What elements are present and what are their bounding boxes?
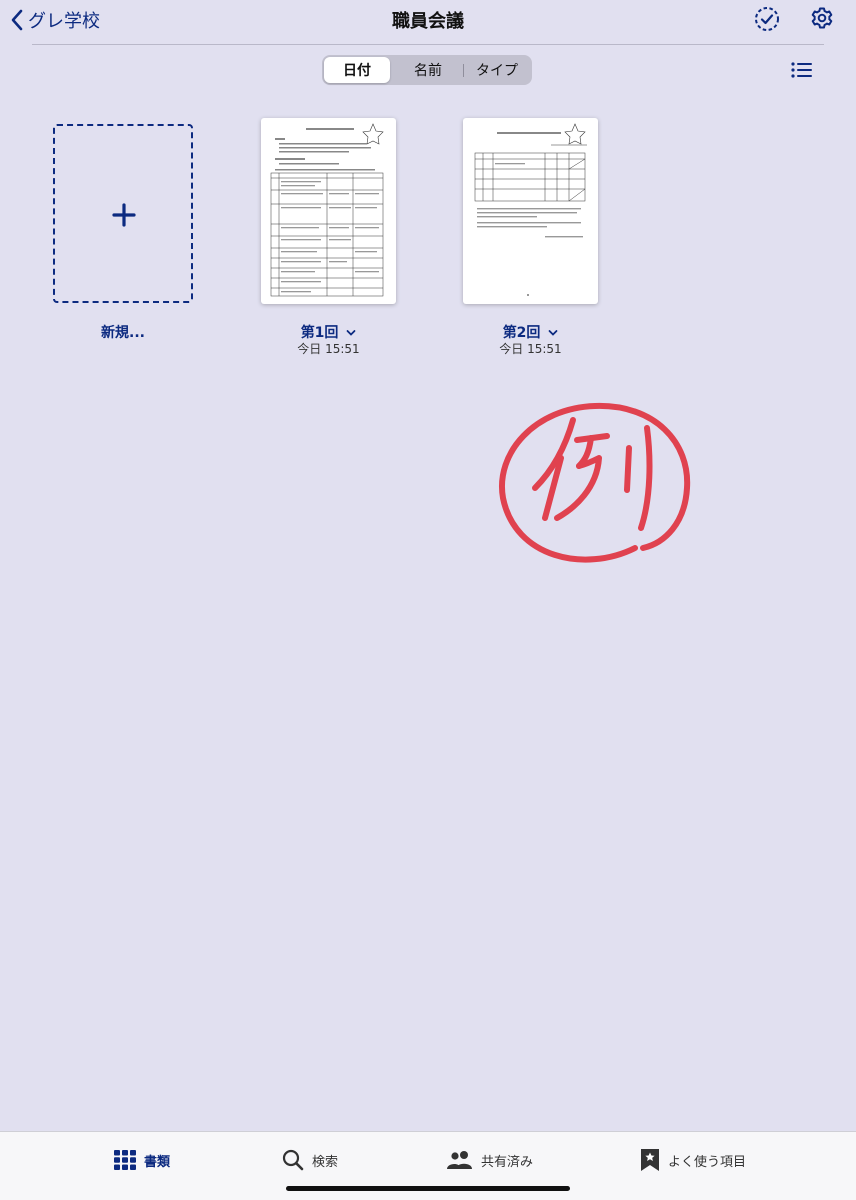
tab-favorites-label: よく使う項目 (668, 1154, 747, 1170)
tab-bar: 書類 検索 共有済み よく使う項目 (0, 1131, 856, 1200)
document-1-title: 第1回 (300, 325, 339, 341)
page-title: 職員会議 (392, 11, 464, 32)
sort-by-date-segment[interactable]: 日付 (324, 57, 390, 83)
select-button[interactable] (754, 6, 780, 36)
sort-by-name-segment[interactable]: 名前 (394, 57, 462, 83)
document-page-preview (474, 123, 587, 296)
navigation-bar: グレ学校 職員会議 (0, 0, 856, 46)
sort-by-type-segment[interactable]: タイプ (464, 57, 530, 83)
document-2-title: 第2回 (502, 325, 541, 341)
search-icon (282, 1149, 304, 1171)
example-stamp (495, 398, 695, 570)
tab-documents[interactable]: 書類 (114, 1146, 170, 1174)
document-page-preview (270, 123, 384, 297)
new-document-label: 新規... (101, 325, 145, 341)
gear-icon (811, 7, 833, 29)
settings-button[interactable] (810, 6, 834, 34)
document-1-title-button[interactable]: 第1回 (261, 322, 396, 342)
chevron-down-icon (346, 330, 356, 336)
document-thumbnail-2[interactable] (463, 118, 598, 304)
list-view-button[interactable] (790, 60, 814, 84)
tab-favorites[interactable]: よく使う項目 (640, 1146, 746, 1174)
document-1-date: 今日 15:51 (297, 342, 360, 356)
list-icon (791, 62, 812, 78)
tab-documents-label: 書類 (144, 1154, 171, 1170)
tab-search[interactable]: 検索 (282, 1146, 338, 1174)
home-indicator (286, 1186, 570, 1191)
grid-icon (114, 1150, 136, 1170)
people-icon (447, 1151, 472, 1169)
document-2-title-button[interactable]: 第2回 (463, 322, 598, 342)
tab-shared-label: 共有済み (481, 1154, 534, 1170)
example-stamp-drawing (498, 402, 691, 563)
document-thumbnail-1[interactable] (261, 118, 396, 304)
new-document-card[interactable] (53, 124, 193, 303)
document-2-date: 今日 15:51 (499, 342, 562, 356)
tab-shared[interactable]: 共有済み (447, 1146, 533, 1174)
header-divider (32, 44, 824, 45)
tab-search-label: 検索 (312, 1154, 339, 1170)
plus-icon (112, 203, 136, 227)
bookmark-star-icon (641, 1149, 659, 1171)
dashed-checkmark-circle-icon (755, 7, 779, 31)
chevron-down-icon (548, 330, 558, 336)
sort-segmented-control: 日付 名前 タイプ (322, 55, 532, 85)
